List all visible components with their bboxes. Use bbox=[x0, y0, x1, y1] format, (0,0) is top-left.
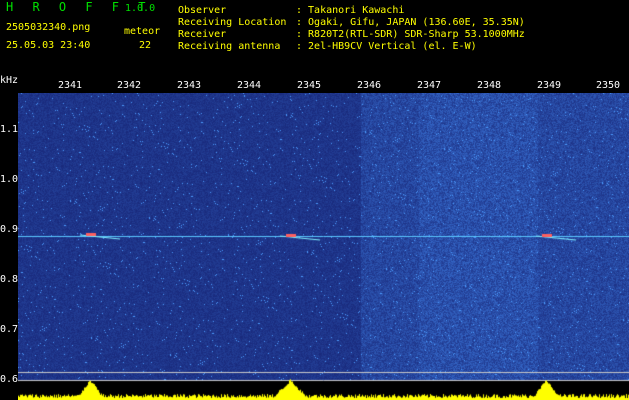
x-tick-label: 2348 bbox=[477, 80, 502, 91]
meteor-count: 22 bbox=[139, 40, 152, 51]
info-value: : Ogaki, Gifu, JAPAN (136.60E, 35.35N) bbox=[296, 17, 525, 28]
info-key: Receiving Location bbox=[178, 17, 287, 28]
spectrogram-canvas bbox=[18, 93, 629, 400]
y-tick-label: 1.0 bbox=[0, 174, 19, 185]
y-tick-label: 0.7 bbox=[0, 324, 19, 335]
x-tick-label: 2345 bbox=[297, 80, 322, 91]
info-key: Receiving antenna bbox=[178, 41, 281, 52]
info-location: Receiving Location : Ogaki, Gifu, JAPAN (… bbox=[178, 17, 525, 28]
y-tick-label: 0.6 bbox=[0, 374, 19, 385]
info-receiver: Receiver : R820T2(RTL-SDR) SDR-Sharp 53.1… bbox=[178, 29, 525, 40]
version-label: 1.0.0 bbox=[125, 3, 156, 14]
timestamp-label: 25.05.03 23:40 bbox=[6, 40, 91, 51]
hrofft-window: H R O F F T 1.0.0 2505032340.png 25.05.0… bbox=[0, 0, 629, 400]
info-value: : R820T2(RTL-SDR) SDR-Sharp 53.1000MHz bbox=[296, 29, 525, 40]
info-key: Receiver bbox=[178, 29, 227, 40]
x-tick-label: 2343 bbox=[177, 80, 202, 91]
info-value: : 2el-HB9CV Vertical (el. E-W) bbox=[296, 41, 477, 52]
x-tick-label: 2341 bbox=[58, 80, 83, 91]
x-tick-label: 2350 bbox=[596, 80, 621, 91]
info-observer: Observer : Takanori Kawachi bbox=[178, 5, 404, 16]
y-tick-label: 0.8 bbox=[0, 274, 19, 285]
spectrogram-waterfall bbox=[18, 93, 629, 400]
filename-label: 2505032340.png bbox=[6, 22, 91, 33]
x-tick-label: 2342 bbox=[117, 80, 142, 91]
y-tick-label: 1.1 bbox=[0, 124, 19, 135]
x-tick-label: 2347 bbox=[417, 80, 442, 91]
y-axis-unit: kHz bbox=[0, 75, 19, 86]
y-tick-label: 0.9 bbox=[0, 224, 19, 235]
meteor-label: meteor bbox=[124, 26, 161, 37]
info-key: Observer bbox=[178, 5, 227, 16]
info-value: : Takanori Kawachi bbox=[296, 5, 405, 16]
x-tick-label: 2344 bbox=[237, 80, 262, 91]
info-antenna: Receiving antenna : 2el-HB9CV Vertical (e… bbox=[178, 41, 477, 52]
x-tick-label: 2349 bbox=[537, 80, 562, 91]
x-tick-label: 2346 bbox=[357, 80, 382, 91]
